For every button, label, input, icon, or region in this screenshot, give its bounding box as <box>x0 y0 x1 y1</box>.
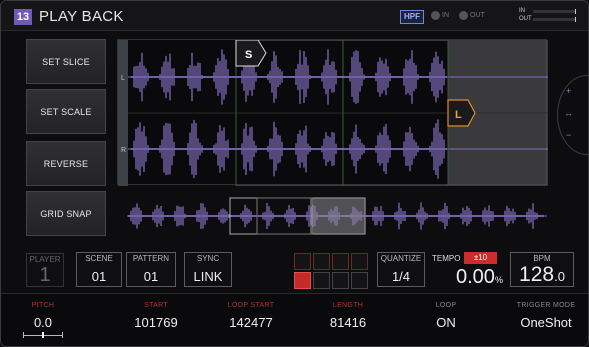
pattern-label: PATTERN <box>132 254 170 263</box>
pad-1[interactable] <box>294 253 311 270</box>
page-title: PLAY BACK <box>39 8 124 25</box>
scene-label: SCENE <box>85 254 113 263</box>
set-slice-button[interactable]: SET SLICE <box>26 39 106 84</box>
slice-marker[interactable]: S <box>235 39 267 67</box>
hpf-button[interactable]: HPF <box>400 10 424 24</box>
in-label: IN <box>442 12 449 19</box>
param-trigger-mode-label: TRIGGER MODE <box>516 302 576 309</box>
param-pitch-value: 0.0 <box>33 315 53 330</box>
pad-4[interactable] <box>351 253 368 270</box>
jog-indicator[interactable]: + ↔ − <box>557 75 588 155</box>
pad-3[interactable] <box>332 253 349 270</box>
waveform-overview[interactable] <box>117 196 547 236</box>
quantize-value: 1/4 <box>391 269 411 284</box>
grid-snap-button[interactable]: GRID SNAP <box>26 191 106 236</box>
set-scale-button[interactable]: SET SCALE <box>26 89 106 134</box>
param-loop-start[interactable]: LOOP START 142477 <box>209 302 293 330</box>
param-length-label: LENGTH <box>332 302 364 309</box>
reverse-button[interactable]: REVERSE <box>26 141 106 186</box>
waveform-display[interactable]: L R S L <box>117 39 548 187</box>
sync-value: LINK <box>193 269 223 284</box>
pattern-box[interactable]: PATTERN 01 <box>126 252 176 287</box>
pad-8[interactable] <box>351 272 368 289</box>
pad-5[interactable] <box>294 272 311 289</box>
horizontal-arrows-icon: ↔ <box>564 108 573 118</box>
overview-svg <box>127 197 547 235</box>
param-pitch[interactable]: PITCH 0.0 <box>23 302 63 338</box>
param-length-value: 81416 <box>329 315 367 330</box>
bpm-value-int: 128 <box>519 263 555 286</box>
param-start-label: START <box>144 302 168 309</box>
param-loop-label: LOOP <box>435 302 457 309</box>
channel-label-l: L <box>121 75 125 82</box>
meter-in-bar <box>533 9 576 14</box>
tempo-label: TEMPO <box>432 254 461 263</box>
bpm-label: BPM <box>533 254 551 263</box>
loop-marker-label: L <box>455 109 462 121</box>
channel-label-r: R <box>121 147 126 154</box>
bpm-readout: 128.0 <box>511 263 573 287</box>
tempo-readout: 0.00% <box>456 266 503 289</box>
meter-out-label: OUT <box>519 16 532 22</box>
pitch-slider[interactable] <box>23 332 63 338</box>
meter-out-bar <box>533 17 576 22</box>
waveform-scroll-strip[interactable] <box>118 40 128 186</box>
player-label: PLAYER <box>29 255 61 264</box>
overview-loop-region <box>310 198 365 234</box>
bpm-box[interactable]: BPM 128.0 <box>510 252 574 287</box>
param-pitch-label: PITCH <box>31 302 55 309</box>
in-indicator-icon <box>431 11 440 20</box>
quantize-box[interactable]: QUANTIZE 1/4 <box>377 252 425 287</box>
parameter-row: PITCH 0.0 START 101769 LOOP START 142477… <box>1 293 588 346</box>
param-loop-start-value: 142477 <box>229 315 273 330</box>
playback-screen: 13 PLAY BACK HPF IN OUT IN OUT SET SLICE… <box>0 0 589 347</box>
param-trigger-mode-value: OneShot <box>520 315 572 330</box>
scene-box[interactable]: SCENE 01 <box>76 252 122 287</box>
waveform-svg: L R S L <box>118 39 548 187</box>
slice-marker-label: S <box>245 49 252 61</box>
meter-in-label: IN <box>519 8 525 14</box>
pad-2[interactable] <box>313 253 330 270</box>
scene-value: 01 <box>91 269 107 284</box>
tempo-range-badge[interactable]: ±10 <box>464 252 497 264</box>
quantize-label: QUANTIZE <box>380 254 422 263</box>
param-loop[interactable]: LOOP ON <box>416 302 476 330</box>
param-trigger-mode[interactable]: TRIGGER MODE OneShot <box>506 302 586 330</box>
down-arrow-icon: − <box>566 130 572 140</box>
out-label: OUT <box>470 12 485 19</box>
param-loop-value: ON <box>436 315 456 330</box>
param-start[interactable]: START 101769 <box>116 302 196 330</box>
param-start-value: 101769 <box>134 315 178 330</box>
track-number-badge: 13 <box>14 9 32 25</box>
player-box[interactable]: PLAYER 1 <box>26 253 64 287</box>
sync-label: SYNC <box>196 254 220 263</box>
out-indicator-icon <box>459 11 468 20</box>
title-bar: 13 PLAY BACK HPF IN OUT IN OUT <box>1 1 588 31</box>
level-meters: IN OUT <box>519 8 576 26</box>
tempo-value: 0.00 <box>456 266 495 288</box>
tempo-unit: % <box>494 275 503 285</box>
pattern-value: 01 <box>143 269 159 284</box>
sync-box[interactable]: SYNC LINK <box>184 252 232 287</box>
param-length[interactable]: LENGTH 81416 <box>311 302 385 330</box>
bpm-value-dec: .0 <box>554 269 565 284</box>
param-loop-start-label: LOOP START <box>227 302 275 309</box>
up-arrow-icon: + <box>566 86 572 96</box>
pad-7[interactable] <box>332 272 349 289</box>
player-value: 1 <box>39 264 51 286</box>
pad-6[interactable] <box>313 272 330 289</box>
